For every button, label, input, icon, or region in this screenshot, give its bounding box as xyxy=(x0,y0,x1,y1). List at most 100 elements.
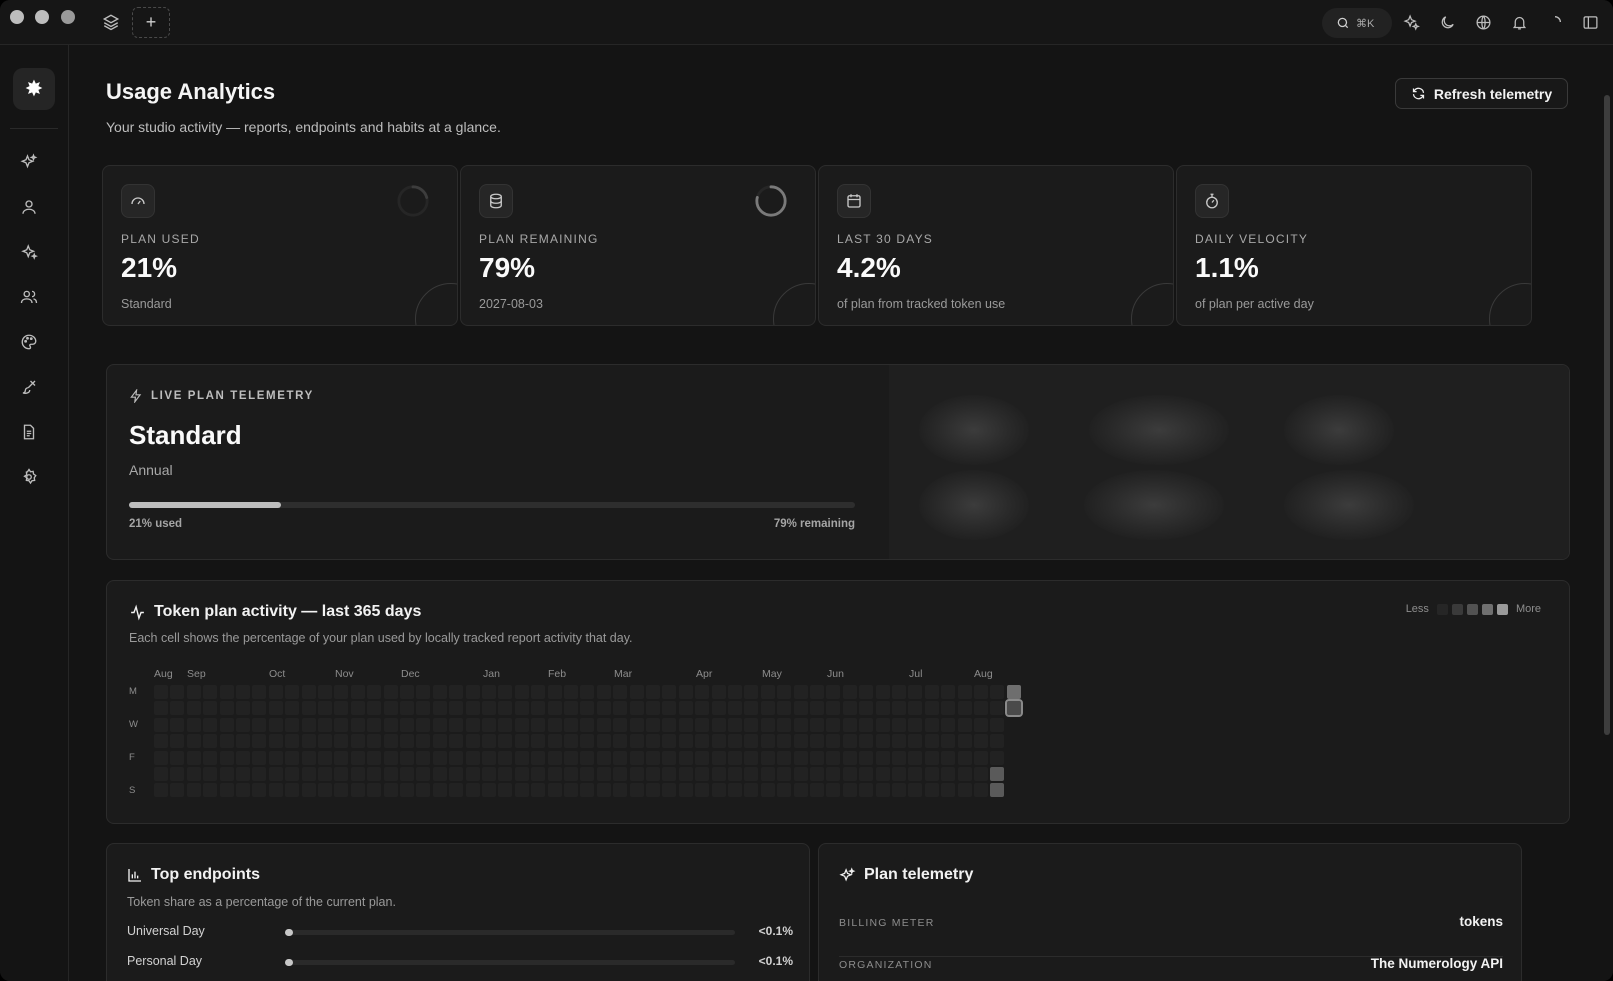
heatmap-cell[interactable] xyxy=(170,767,185,781)
heatmap-cell[interactable] xyxy=(514,685,529,699)
heatmap-cell[interactable] xyxy=(432,783,447,798)
heatmap-cell[interactable] xyxy=(826,685,841,699)
heatmap-cell[interactable] xyxy=(974,767,988,781)
heatmap-cell[interactable] xyxy=(793,783,808,798)
heatmap-cell[interactable] xyxy=(728,701,742,716)
heatmap-cell[interactable] xyxy=(154,734,168,749)
heatmap-cell[interactable] xyxy=(383,750,398,765)
heatmap-cell[interactable] xyxy=(908,685,923,699)
close-window-button[interactable] xyxy=(10,10,24,24)
heatmap-cell[interactable] xyxy=(892,701,906,716)
heatmap-cell[interactable] xyxy=(941,717,956,732)
heatmap-cell[interactable] xyxy=(842,701,857,716)
heatmap-cell[interactable] xyxy=(957,750,972,765)
endpoint-row[interactable]: Universal Day <0.1% xyxy=(127,922,793,942)
sparkles-icon[interactable] xyxy=(1399,10,1423,34)
heatmap-cell[interactable] xyxy=(760,750,775,765)
heatmap-cell[interactable] xyxy=(219,717,234,732)
heatmap-cell[interactable] xyxy=(924,701,939,716)
heatmap-cell[interactable] xyxy=(629,701,644,716)
heatmap-cell[interactable] xyxy=(170,717,185,732)
heatmap-cell[interactable] xyxy=(334,685,349,699)
heatmap-cell[interactable] xyxy=(810,685,824,699)
heatmap-cell[interactable] xyxy=(777,783,792,798)
heatmap-cell[interactable] xyxy=(268,685,283,699)
heatmap-cell[interactable] xyxy=(367,734,382,749)
heatmap-cell[interactable] xyxy=(941,685,956,699)
heatmap-cell[interactable] xyxy=(252,685,267,699)
heatmap-cell[interactable] xyxy=(465,750,480,765)
heatmap-cell[interactable] xyxy=(531,717,546,732)
heatmap-cell[interactable] xyxy=(859,783,874,798)
heatmap-cell[interactable] xyxy=(924,734,939,749)
heatmap-cell[interactable] xyxy=(432,717,447,732)
heatmap-cell[interactable] xyxy=(301,685,316,699)
heatmap-cell[interactable] xyxy=(728,783,742,798)
sidebar-item-profile[interactable] xyxy=(17,195,41,219)
heatmap-cell[interactable] xyxy=(695,734,710,749)
heatmap-cell[interactable] xyxy=(400,734,414,749)
heatmap-cell[interactable] xyxy=(826,701,841,716)
heatmap-cell[interactable] xyxy=(728,685,742,699)
heatmap-cell[interactable] xyxy=(514,734,529,749)
heatmap-cell[interactable] xyxy=(449,783,464,798)
scrollbar-thumb[interactable] xyxy=(1604,95,1610,735)
heatmap-cell[interactable] xyxy=(334,734,349,749)
heatmap-cell[interactable] xyxy=(990,734,1005,749)
heatmap-cell[interactable] xyxy=(990,717,1005,732)
heatmap-cell[interactable] xyxy=(695,783,710,798)
heatmap-cell[interactable] xyxy=(662,717,677,732)
heatmap-cell[interactable] xyxy=(728,717,742,732)
heatmap-cell[interactable] xyxy=(154,685,168,699)
heatmap-cell[interactable] xyxy=(662,701,677,716)
heatmap-cell[interactable] xyxy=(744,717,759,732)
heatmap-cell[interactable] xyxy=(547,685,562,699)
heatmap-cell[interactable] xyxy=(564,767,578,781)
heatmap-cell[interactable] xyxy=(957,701,972,716)
heatmap-cell[interactable] xyxy=(826,734,841,749)
heatmap-cell[interactable] xyxy=(367,685,382,699)
heatmap-cell[interactable] xyxy=(350,767,365,781)
heatmap-cell[interactable] xyxy=(367,767,382,781)
heatmap-cell[interactable] xyxy=(777,750,792,765)
heatmap-cell[interactable] xyxy=(859,767,874,781)
heatmap-cell[interactable] xyxy=(777,767,792,781)
heatmap-cell[interactable] xyxy=(596,717,611,732)
heatmap-cell[interactable] xyxy=(186,767,201,781)
heatmap-cell[interactable] xyxy=(760,734,775,749)
heatmap-cell[interactable] xyxy=(629,767,644,781)
heatmap-cell[interactable] xyxy=(842,734,857,749)
heatmap-cell[interactable] xyxy=(449,685,464,699)
heatmap-cell[interactable] xyxy=(252,734,267,749)
heatmap-cell[interactable] xyxy=(564,734,578,749)
heatmap-cell[interactable] xyxy=(449,750,464,765)
heatmap-cell[interactable] xyxy=(465,717,480,732)
heatmap-cell[interactable] xyxy=(350,783,365,798)
heatmap-cell[interactable] xyxy=(596,783,611,798)
heatmap-cell[interactable] xyxy=(842,750,857,765)
heatmap-cell[interactable] xyxy=(498,783,513,798)
heatmap-cell[interactable] xyxy=(629,717,644,732)
heatmap-cell[interactable] xyxy=(547,734,562,749)
heatmap-cell[interactable] xyxy=(760,767,775,781)
heatmap-cell[interactable] xyxy=(285,685,300,699)
heatmap-cell[interactable] xyxy=(482,783,496,798)
heatmap-cell[interactable] xyxy=(268,750,283,765)
heatmap-cell[interactable] xyxy=(892,767,906,781)
heatmap-cell[interactable] xyxy=(629,685,644,699)
heatmap-cell[interactable] xyxy=(432,685,447,699)
heatmap-cell[interactable] xyxy=(285,767,300,781)
heatmap-cell[interactable] xyxy=(318,750,332,765)
heatmap-cell[interactable] xyxy=(957,783,972,798)
heatmap-cell[interactable] xyxy=(564,750,578,765)
new-tab-button[interactable]: + xyxy=(132,7,170,38)
heatmap-cell[interactable] xyxy=(629,783,644,798)
heatmap-cell[interactable] xyxy=(678,717,693,732)
heatmap-cell[interactable] xyxy=(974,685,988,699)
heatmap-cell[interactable] xyxy=(301,767,316,781)
heatmap-cell[interactable] xyxy=(236,783,250,798)
heatmap-cell[interactable] xyxy=(203,750,218,765)
heatmap-cell[interactable] xyxy=(334,750,349,765)
heatmap-cell[interactable] xyxy=(646,701,660,716)
heatmap-cell[interactable] xyxy=(498,734,513,749)
